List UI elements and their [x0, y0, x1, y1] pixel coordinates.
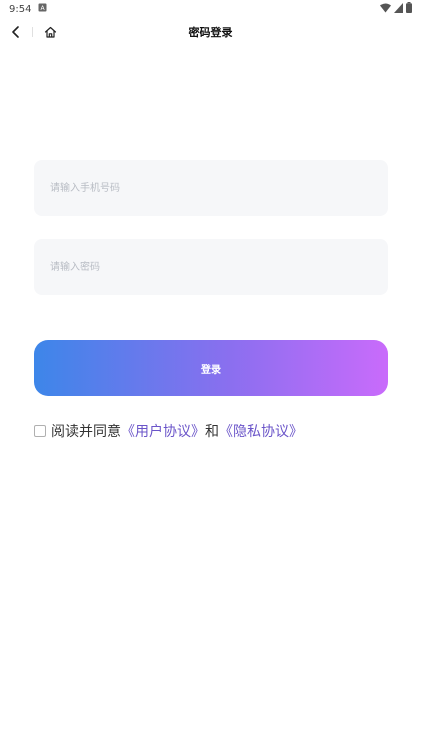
- login-button[interactable]: 登录: [34, 340, 388, 396]
- page-title: 密码登录: [188, 26, 233, 39]
- agreement-row: 阅读并同意 《用户协议》 和 《隐私协议》: [34, 422, 303, 440]
- status-left: 9:54 A: [9, 3, 47, 15]
- status-right: [380, 2, 412, 16]
- password-input[interactable]: [48, 260, 388, 274]
- agreement-conjunction: 和: [205, 424, 219, 440]
- phone-field: [34, 160, 388, 216]
- status-time: 9:54: [9, 3, 32, 15]
- battery-icon: [406, 2, 412, 16]
- nav-bar: 密码登录: [0, 18, 421, 46]
- signal-icon: [394, 2, 403, 16]
- agreement-text: 阅读并同意: [51, 424, 121, 440]
- agreement-checkbox[interactable]: [34, 425, 46, 437]
- wifi-icon: [380, 3, 391, 16]
- privacy-policy-link[interactable]: 《隐私协议》: [219, 421, 303, 441]
- user-agreement-link[interactable]: 《用户协议》: [121, 421, 205, 441]
- password-field: [34, 239, 388, 295]
- notification-icon: A: [38, 3, 47, 15]
- phone-input[interactable]: [48, 181, 388, 195]
- status-bar: 9:54 A: [0, 0, 421, 18]
